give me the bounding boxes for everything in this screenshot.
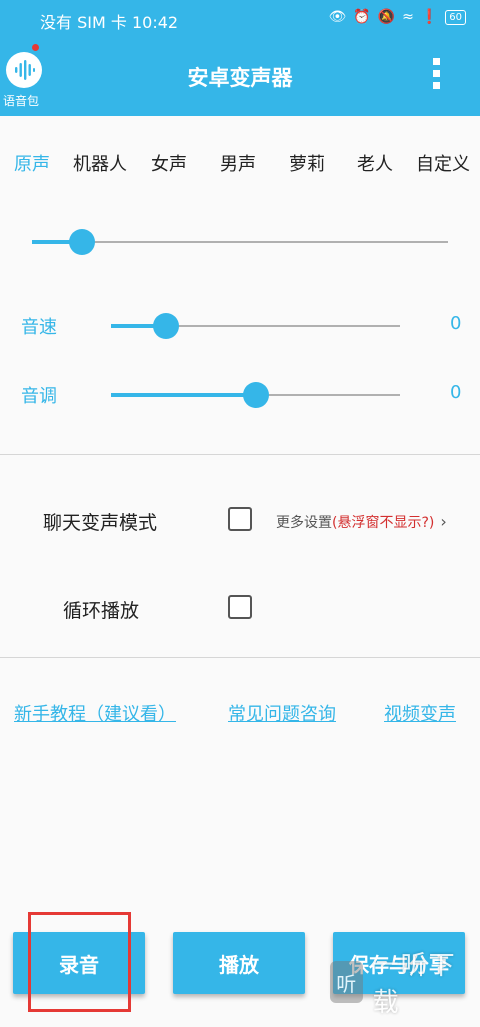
loop-play-label: 循环播放 — [63, 600, 140, 622]
wifi-icon: ≈ — [402, 9, 414, 25]
divider — [0, 454, 480, 455]
voice-tabs: 原声 机器人 女声 男声 萝莉 老人 自定义 — [0, 150, 480, 176]
speed-value: 0 — [450, 313, 462, 334]
pitch-slider-thumb[interactable] — [242, 382, 269, 408]
speed-slider-thumb[interactable] — [152, 313, 179, 339]
watermark: 听 一听下载 — [330, 951, 480, 1018]
battery-icon: 60 — [445, 9, 466, 25]
video-voice-link[interactable]: 视频变声 — [384, 700, 456, 726]
pitch-value: 0 — [450, 382, 462, 403]
more-settings-link[interactable]: 更多设置(悬浮窗不显示?) › — [276, 512, 447, 532]
faq-link[interactable]: 常见问题咨询 — [228, 700, 336, 726]
divider — [0, 657, 480, 658]
status-bar: 没有 SIM 卡 10:42 👁 ⏰ 🔕 ≈ ❗ 60 — [0, 0, 480, 38]
tab-robot[interactable]: 机器人 — [73, 150, 127, 176]
carrier-text: 没有 SIM 卡 — [40, 13, 127, 32]
page-title: 安卓变声器 — [187, 66, 293, 90]
voice-pack-label[interactable]: 语音包 — [3, 92, 39, 109]
notification-dot — [32, 44, 39, 51]
watermark-logo-icon: 听 — [330, 961, 363, 1003]
tutorial-link[interactable]: 新手教程（建议看） — [14, 700, 176, 726]
record-button[interactable]: 录音 — [13, 932, 145, 994]
tab-male[interactable]: 男声 — [220, 150, 256, 176]
tab-loli[interactable]: 萝莉 — [289, 150, 325, 176]
speed-slider[interactable] — [111, 313, 400, 339]
preset-slider[interactable] — [32, 229, 448, 255]
chat-mode-checkbox[interactable] — [228, 507, 252, 531]
watermark-text: 一听下载 — [372, 951, 457, 1018]
status-carrier-time: 没有 SIM 卡 10:42 — [40, 9, 178, 33]
floating-window-hint: (悬浮窗不显示?) — [332, 515, 435, 531]
alarm-icon: ⏰ — [353, 9, 371, 25]
pitch-slider[interactable] — [111, 382, 400, 408]
tab-original[interactable]: 原声 — [14, 150, 50, 176]
app-bar: 语音包 安卓变声器 — [0, 38, 480, 116]
preset-slider-thumb[interactable] — [68, 229, 95, 255]
speed-label: 音速 — [21, 317, 57, 338]
overflow-menu-icon[interactable] — [433, 58, 440, 89]
tab-custom[interactable]: 自定义 — [416, 150, 470, 176]
more-settings-text: 更多设置 — [276, 515, 332, 531]
tab-female[interactable]: 女声 — [151, 150, 187, 176]
chat-mode-label: 聊天变声模式 — [43, 512, 158, 534]
play-button[interactable]: 播放 — [173, 932, 305, 994]
tab-elder[interactable]: 老人 — [357, 150, 393, 176]
status-icons: 👁 ⏰ 🔕 ≈ ❗ 60 — [328, 9, 466, 25]
loop-play-checkbox[interactable] — [228, 595, 252, 619]
alert-icon: ❗ — [420, 9, 439, 25]
eye-icon: 👁 — [328, 9, 347, 25]
pitch-slider-fill — [111, 393, 256, 397]
mute-icon: 🔕 — [377, 9, 396, 25]
pitch-label: 音调 — [21, 386, 57, 407]
chevron-right-icon: › — [440, 512, 447, 531]
clock-text: 10:42 — [131, 13, 179, 32]
